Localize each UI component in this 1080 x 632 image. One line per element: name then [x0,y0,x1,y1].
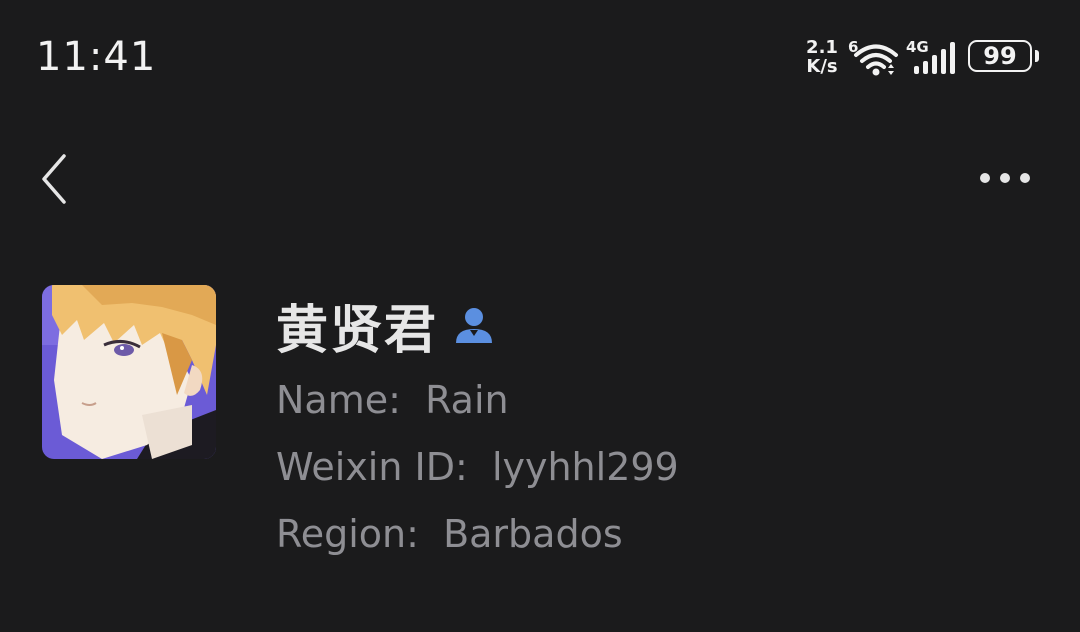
more-button[interactable] [970,158,1040,198]
name-label: Name: [276,378,401,422]
avatar[interactable] [42,285,216,459]
network-speed-value: 2.1 [806,37,838,58]
name-value: Rain [425,378,509,422]
network-speed-unit: K/s [806,56,838,77]
wifi-icon: 6 [848,38,900,78]
name-line: Name: Rain [276,378,509,422]
status-time: 11:41 [36,34,157,80]
more-horizontal-icon [980,173,1030,183]
display-name: 黄贤君 [276,300,439,361]
nav-bar [0,140,1080,216]
network-speed: 2.1 K/s [802,38,842,76]
weixin-id-value[interactable]: lyyhhl299 [492,445,679,489]
cellular-signal-icon: 4G [906,38,960,78]
display-name-row: 黄贤君 [276,290,496,361]
status-bar: 11:41 2.1 K/s 6 4G 99 [0,0,1080,110]
region-value: Barbados [443,512,623,556]
back-button[interactable] [28,148,84,208]
contact-profile: 黄贤君 Name: Rain Weixin ID: lyyhhl299 Regi… [0,270,1080,590]
region-label: Region: [276,512,419,556]
person-icon [456,308,493,343]
battery-tip [1035,50,1039,62]
battery-icon: 99 [968,40,1044,76]
battery-level: 99 [968,40,1032,72]
region-line: Region: Barbados [276,512,623,556]
weixin-id-label: Weixin ID: [276,445,468,489]
weixin-id-line: Weixin ID: lyyhhl299 [276,445,679,489]
chevron-left-icon [42,154,66,204]
